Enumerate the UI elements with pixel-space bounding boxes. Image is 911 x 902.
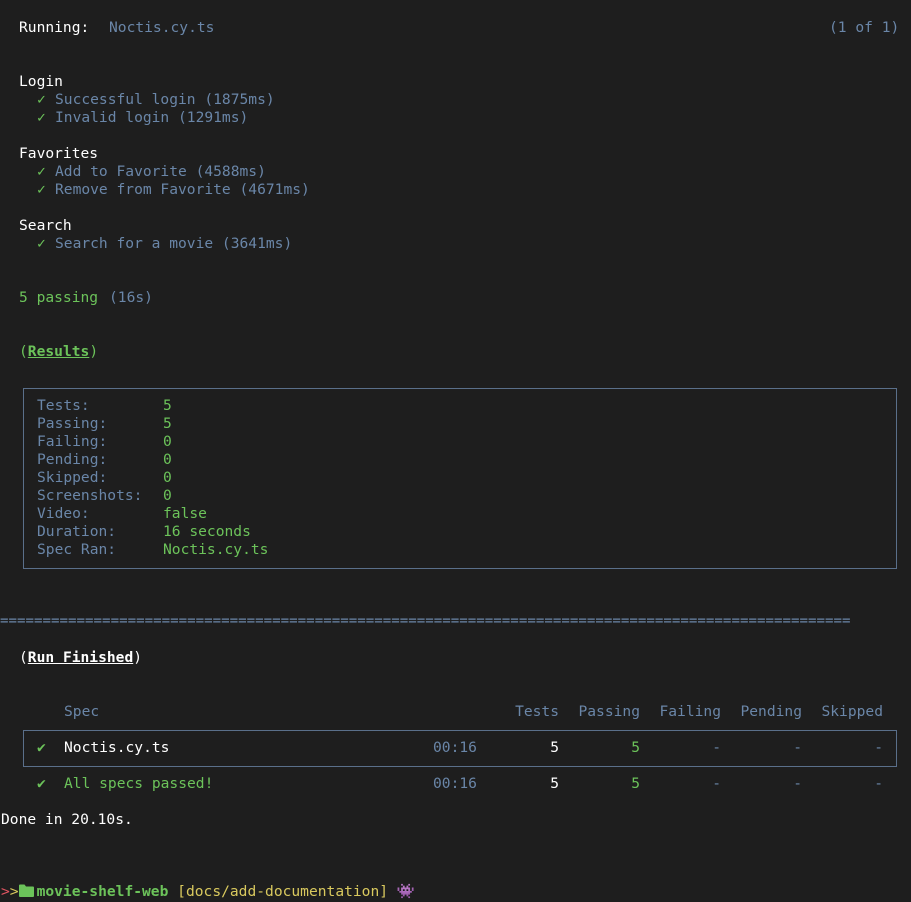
total-failing: - <box>712 775 721 792</box>
col-header-passing: Passing <box>578 703 640 720</box>
results-value: 5 <box>163 415 172 432</box>
col-header-spec: Spec <box>64 703 100 720</box>
done-message: Done in 20.10s. <box>1 811 133 828</box>
results-value: Noctis.cy.ts <box>163 541 269 558</box>
test-successful-login: Successful login (1875ms) <box>55 91 275 108</box>
prompt-arrows: >>> <box>1 883 28 900</box>
results-label: Passing: <box>37 415 108 432</box>
passing-count: 5 passing <box>19 289 99 306</box>
results-value: 0 <box>163 469 172 486</box>
col-header-pending: Pending <box>740 703 802 720</box>
results-value: 0 <box>163 433 172 450</box>
row-time: 00:16 <box>433 739 477 756</box>
results-close-paren: ) <box>89 343 99 360</box>
row-passing: 5 <box>631 739 640 756</box>
row-pending: - <box>793 739 802 756</box>
separator-line: ========================================… <box>0 613 851 629</box>
suite-title-login: Login <box>19 73 63 90</box>
results-label: Screenshots: <box>37 487 143 504</box>
col-header-tests: Tests <box>515 703 559 720</box>
row-tests: 5 <box>550 739 559 756</box>
results-label: Spec Ran: <box>37 541 117 558</box>
passing-duration: (16s) <box>109 289 153 306</box>
check-icon: ✔ <box>37 739 46 756</box>
running-label: Running: <box>19 19 90 36</box>
results-heading: (Results) <box>19 343 98 361</box>
total-passing: 5 <box>631 775 640 792</box>
row-skipped: - <box>874 739 883 756</box>
test-invalid-login: Invalid login (1291ms) <box>55 109 249 126</box>
run-finished-close-paren: ) <box>133 649 143 666</box>
results-label: Tests: <box>37 397 90 414</box>
test-add-to-favorite: Add to Favorite (4588ms) <box>55 163 266 180</box>
total-skipped: - <box>874 775 883 792</box>
results-value: 0 <box>163 451 172 468</box>
run-finished-title: Run Finished <box>27 649 134 666</box>
total-tests: 5 <box>550 775 559 792</box>
check-icon: ✓ <box>37 91 46 108</box>
prompt-input[interactable]: >>> <box>1 883 27 901</box>
results-value: false <box>163 505 207 522</box>
suite-title-search: Search <box>19 217 72 234</box>
results-open-paren: ( <box>19 343 28 360</box>
prompt-line: movie-shelf-web [docs/add-documentation]… <box>1 865 415 901</box>
results-value: 5 <box>163 397 172 414</box>
check-icon: ✓ <box>37 109 46 126</box>
results-label: Pending: <box>37 451 108 468</box>
check-icon: ✓ <box>37 163 46 180</box>
row-failing: - <box>712 739 721 756</box>
results-title: Results <box>27 343 90 360</box>
run-progress: (1 of 1) <box>829 19 900 36</box>
results-value: 0 <box>163 487 172 504</box>
prompt-branch: [docs/add-documentation] <box>177 883 389 900</box>
check-icon: ✓ <box>37 181 46 198</box>
total-time: 00:16 <box>433 775 477 792</box>
results-label: Duration: <box>37 523 117 540</box>
total-pending: - <box>793 775 802 792</box>
suite-title-favorites: Favorites <box>19 145 99 162</box>
results-value: 16 seconds <box>163 523 251 540</box>
running-spec: Noctis.cy.ts <box>109 19 215 36</box>
col-header-failing: Failing <box>659 703 721 720</box>
check-icon: ✔ <box>37 775 46 792</box>
results-label: Skipped: <box>37 469 108 486</box>
col-header-skipped: Skipped <box>821 703 883 720</box>
test-search-movie: Search for a movie (3641ms) <box>55 235 293 252</box>
run-finished-heading: (Run Finished) <box>19 649 142 667</box>
test-remove-from-favorite: Remove from Favorite (4671ms) <box>55 181 310 198</box>
row-spec-name: Noctis.cy.ts <box>64 739 170 756</box>
prompt-directory: movie-shelf-web <box>36 883 169 900</box>
total-spec-status: All specs passed! <box>64 775 214 792</box>
results-box <box>23 388 897 569</box>
results-label: Failing: <box>37 433 108 450</box>
results-label: Video: <box>37 505 90 522</box>
run-finished-open-paren: ( <box>19 649 28 666</box>
alien-icon: 👾 <box>396 883 416 900</box>
check-icon: ✓ <box>37 235 46 252</box>
